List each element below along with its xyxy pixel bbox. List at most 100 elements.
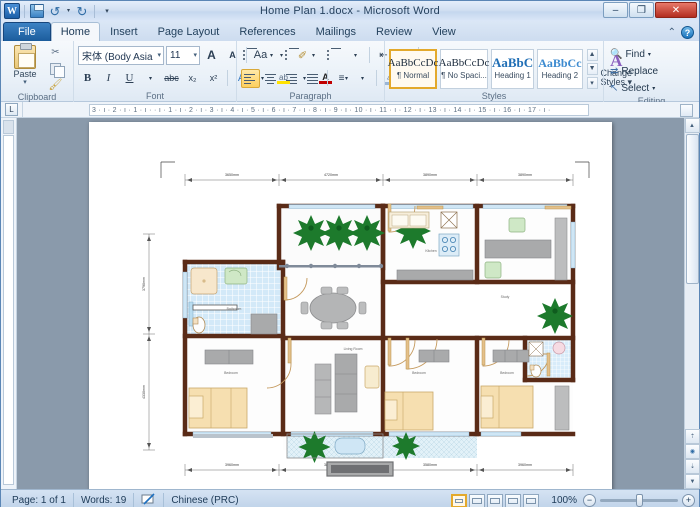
word-count[interactable]: Words: 19 <box>74 493 134 507</box>
bold-button[interactable]: B <box>78 69 97 88</box>
room-label-bathroom: Bathroom <box>227 307 242 311</box>
styles-scroll-down-icon[interactable]: ▼ <box>587 63 598 75</box>
tab-review[interactable]: Review <box>366 22 422 41</box>
styles-more-icon[interactable]: ▾ <box>587 77 598 89</box>
paste-caret-icon[interactable]: ▾ <box>23 80 27 86</box>
copy-icon[interactable] <box>47 61 64 76</box>
select-button[interactable]: ↖ Select ▾ <box>608 80 655 96</box>
close-button[interactable]: ✕ <box>655 2 697 18</box>
vertical-scrollbar[interactable]: ▲ ⇡ ◉ ⇣ ▼ <box>684 118 699 489</box>
tab-mailings[interactable]: Mailings <box>306 22 366 41</box>
replace-icon: ⇄ <box>610 66 618 77</box>
style-heading-2[interactable]: AaBbCc Heading 2 <box>537 49 582 89</box>
divider <box>327 70 328 86</box>
ribbon-tabs: File Home Insert Page Layout References … <box>1 21 699 41</box>
scrollbar-thumb[interactable] <box>686 134 699 284</box>
find-button[interactable]: 🔍 Find ▾ <box>608 46 651 62</box>
window-title: Home Plan 1.docx - Microsoft Word <box>1 5 699 17</box>
style-heading-1[interactable]: AaBbC Heading 1 <box>491 49 534 89</box>
vertical-ruler[interactable] <box>1 118 17 489</box>
bullets-caret-icon[interactable]: ▾ <box>262 46 281 65</box>
scroll-down-icon[interactable]: ▼ <box>685 474 700 489</box>
align-left-icon[interactable] <box>241 69 260 88</box>
web-layout-view-button[interactable] <box>487 494 503 507</box>
cut-icon[interactable]: ✂ <box>47 45 64 60</box>
multilevel-list-icon[interactable] <box>325 46 344 65</box>
zoom-track[interactable] <box>600 499 678 502</box>
styles-scroll-up-icon[interactable]: ▲ <box>587 49 598 61</box>
numbering-caret-icon[interactable]: ▾ <box>304 46 323 65</box>
horizontal-ruler[interactable]: L 3 · ı · 2 · ı · 1 · ı · · ı · 1 · ı · … <box>1 102 699 118</box>
tab-view[interactable]: View <box>422 22 466 41</box>
chevron-down-icon[interactable]: ▾ <box>193 51 197 59</box>
multilevel-caret-icon[interactable]: ▾ <box>346 46 365 65</box>
bullets-icon[interactable] <box>241 46 260 65</box>
plant-icon <box>537 298 573 334</box>
floor-plan-image[interactable]: 3650mm 4720mm 3890mm 3890mm <box>89 122 612 489</box>
italic-button[interactable]: I <box>99 69 118 88</box>
help-icon[interactable]: ? <box>681 26 694 39</box>
tab-selector-button[interactable]: L <box>1 102 23 118</box>
select-caret-icon[interactable]: ▾ <box>652 85 655 92</box>
minimize-button[interactable]: – <box>603 2 628 18</box>
chevron-down-icon[interactable]: ▾ <box>157 51 161 59</box>
view-ruler-button[interactable] <box>680 104 693 117</box>
previous-page-icon[interactable]: ⇡ <box>685 429 700 444</box>
underline-button[interactable]: U <box>120 69 139 88</box>
underline-caret-icon[interactable]: ▾ <box>141 69 160 88</box>
tab-insert[interactable]: Insert <box>100 22 148 41</box>
vertical-ruler-track[interactable] <box>3 135 14 485</box>
language-indicator[interactable]: Chinese (PRC) <box>164 493 245 507</box>
select-browse-object-icon[interactable]: ◉ <box>685 444 700 459</box>
zoom-in-button[interactable]: + <box>682 494 695 507</box>
line-spacing-caret-icon[interactable]: ▾ <box>353 69 372 88</box>
align-center-icon[interactable] <box>262 69 281 88</box>
line-spacing-icon[interactable]: ≡ <box>332 69 351 88</box>
paste-button[interactable]: Paste ▾ <box>5 43 45 86</box>
style-name: Heading 1 <box>494 71 530 80</box>
numbering-icon[interactable] <box>283 46 302 65</box>
replace-button[interactable]: ⇄ Replace <box>608 63 658 79</box>
group-title-paragraph: Paragraph <box>241 91 380 102</box>
format-painter-icon[interactable]: 🖌 <box>47 77 64 92</box>
document-canvas[interactable]: 3650mm 4720mm 3890mm 3890mm <box>17 118 684 489</box>
strikethrough-button[interactable]: abc <box>162 69 181 88</box>
scroll-up-icon[interactable]: ▲ <box>685 118 700 133</box>
full-screen-reading-view-button[interactable] <box>469 494 485 507</box>
zoom-level[interactable]: 100% <box>551 495 577 506</box>
horizontal-ruler-track[interactable]: 3 · ı · 2 · ı · 1 · ı · · ı · 1 · ı · 2 … <box>89 104 589 116</box>
select-label: Select <box>621 83 649 94</box>
page-indicator[interactable]: Page: 1 of 1 <box>5 493 74 507</box>
find-caret-icon[interactable]: ▾ <box>648 51 651 58</box>
proofing-icon <box>141 493 156 506</box>
room-label-bedroom-1: Bedroom <box>224 371 238 375</box>
proofing-status[interactable] <box>134 493 164 507</box>
vertical-ruler-margin-top <box>3 120 14 134</box>
tab-page-layout[interactable]: Page Layout <box>148 22 230 41</box>
dim-top-1: 3650mm <box>225 173 239 177</box>
outline-view-button[interactable] <box>505 494 521 507</box>
print-layout-view-button[interactable] <box>451 494 467 507</box>
minimize-ribbon-icon[interactable]: ⌃ <box>668 27 676 38</box>
document-page[interactable]: 3650mm 4720mm 3890mm 3890mm <box>89 122 612 489</box>
tab-file[interactable]: File <box>3 22 51 41</box>
ribbon: Paste ▾ ✂ 🖌 Clipboard 宋体 (Body Asia ▾ <box>1 41 699 102</box>
style-preview: AaBbC <box>492 57 533 69</box>
tab-references[interactable]: References <box>229 22 305 41</box>
zoom-out-button[interactable]: − <box>583 494 596 507</box>
draft-view-button[interactable] <box>523 494 539 507</box>
style-no-spacing[interactable]: AaBbCcDc ¶ No Spaci... <box>440 49 488 89</box>
maximize-button[interactable]: ❐ <box>629 2 654 18</box>
align-right-icon[interactable] <box>283 69 302 88</box>
superscript-button[interactable]: x² <box>204 69 223 88</box>
next-page-icon[interactable]: ⇣ <box>685 459 700 474</box>
subscript-button[interactable]: x₂ <box>183 69 202 88</box>
justify-icon[interactable] <box>304 69 323 88</box>
tab-home[interactable]: Home <box>51 22 100 41</box>
grow-font-icon[interactable]: A <box>202 46 221 65</box>
zoom-slider[interactable]: − + <box>583 494 695 507</box>
font-size-combo[interactable]: 11 ▾ <box>166 46 200 65</box>
zoom-thumb[interactable] <box>636 494 643 507</box>
font-name-combo[interactable]: 宋体 (Body Asia ▾ <box>78 46 164 65</box>
style-normal[interactable]: AaBbCcDc ¶ Normal <box>389 49 437 89</box>
